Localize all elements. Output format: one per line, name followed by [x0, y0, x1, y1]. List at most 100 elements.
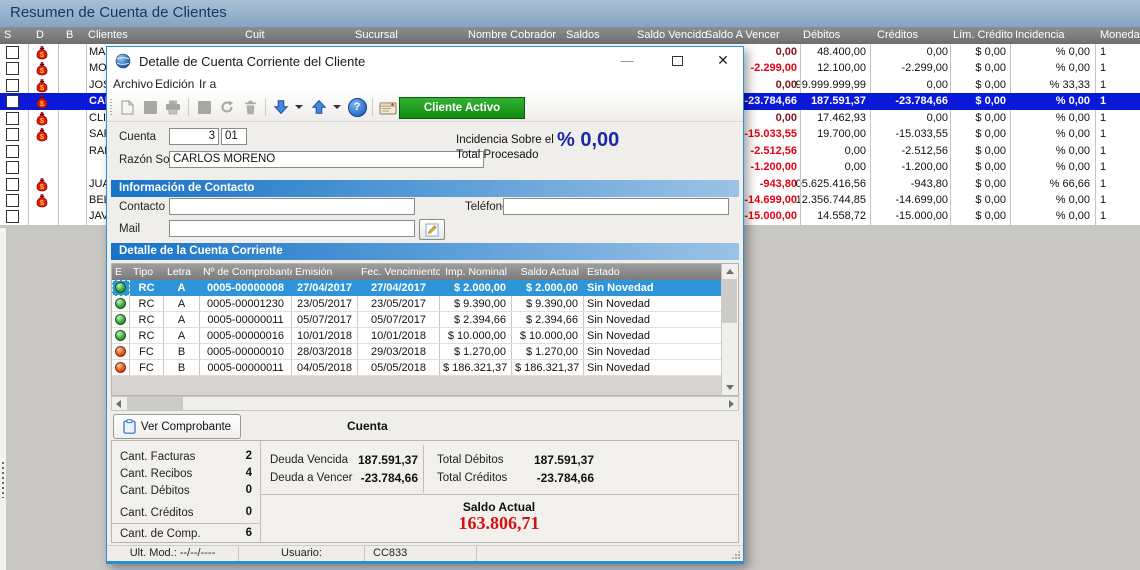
client-checkbox[interactable]: [6, 145, 19, 158]
close-button[interactable]: ✕: [709, 50, 737, 71]
cuenta-input[interactable]: 3: [169, 128, 219, 145]
client-checkbox[interactable]: [6, 112, 19, 125]
main-window-titlebar[interactable]: Resumen de Cuenta de Clientes: [0, 0, 1140, 27]
column-header-d[interactable]: D: [36, 29, 44, 41]
menu-item-ir-a[interactable]: Ir a: [199, 77, 216, 91]
comprobante-row[interactable]: RCA0005-0000001105/07/201705/07/2017$ 2.…: [112, 312, 738, 328]
column-header-moneda[interactable]: Moneda: [1100, 29, 1140, 41]
grid-column-header-imp-nominal[interactable]: Imp. Nominal: [440, 264, 512, 280]
move-up-dropdown-caret-icon[interactable]: [333, 105, 341, 109]
column-header-sucursal[interactable]: Sucursal: [355, 29, 398, 41]
client-checkbox[interactable]: [6, 46, 19, 59]
client-checkbox[interactable]: [6, 178, 19, 191]
maximize-button[interactable]: [663, 50, 691, 71]
column-header-d-bitos[interactable]: Débitos: [803, 29, 840, 41]
column-header-saldo-a-vencer[interactable]: Saldo A Vencer: [705, 29, 780, 41]
move-down-dropdown-caret-icon[interactable]: [295, 105, 303, 109]
client-checkbox[interactable]: [6, 161, 19, 174]
grid-column-header-emisi-n[interactable]: Emisión: [292, 264, 358, 280]
stat-value: 6: [120, 527, 252, 539]
dialog-toolbar: ? Cliente Activo: [107, 94, 743, 122]
grid-cell: [112, 360, 130, 376]
column-header-l-m-cr-dito[interactable]: Lím. Crédito: [953, 29, 1013, 41]
grid-cell: $ 2.000,00: [440, 280, 512, 296]
client-checkbox[interactable]: [6, 128, 19, 141]
horizontal-scroll-thumb[interactable]: [127, 397, 183, 410]
grid-column-header-tipo[interactable]: Tipo: [130, 264, 164, 280]
incidencia-label: Incidencia Sobre el Total Procesado: [456, 133, 554, 163]
vertical-scroll-thumb[interactable]: [722, 279, 737, 323]
scroll-down-button[interactable]: [722, 380, 737, 395]
scroll-up-button[interactable]: [722, 264, 737, 279]
resize-grip[interactable]: [731, 550, 741, 560]
client-checkbox[interactable]: [6, 95, 19, 108]
comprobante-row[interactable]: FCB0005-0000001104/05/201805/05/2018$ 18…: [112, 360, 738, 376]
grid-column-header-fec-vencimiento[interactable]: Fec. Vencimiento: [358, 264, 440, 280]
telefono-input[interactable]: [503, 198, 729, 215]
save-icon[interactable]: [140, 97, 160, 117]
grid-cell: Sin Novedad: [584, 312, 724, 328]
pencil-icon: [425, 223, 439, 237]
vertical-scrollbar[interactable]: [721, 264, 738, 395]
horizontal-scrollbar[interactable]: [111, 396, 739, 411]
minimize-button[interactable]: —: [613, 50, 641, 71]
column-header-clientes[interactable]: Clientes: [88, 29, 128, 41]
move-down-icon[interactable]: [271, 97, 291, 117]
comprobante-row[interactable]: RCA0005-0000000827/04/201727/04/2017$ 2.…: [112, 280, 738, 296]
grid-cell: [112, 312, 130, 328]
dialog-titlebar[interactable]: Detalle de Cuenta Corriente del Cliente …: [107, 47, 743, 75]
grid-column-header-n-de-comprobante[interactable]: Nº de Comprobante: [200, 264, 292, 280]
edit-mail-button[interactable]: [419, 219, 445, 240]
razon-social-input[interactable]: CARLOS MORENO: [169, 151, 484, 168]
column-header-b[interactable]: B: [66, 29, 73, 41]
new-document-icon[interactable]: [117, 97, 137, 117]
client-checkbox[interactable]: [6, 210, 19, 223]
help-icon[interactable]: ?: [347, 97, 367, 117]
scroll-right-button[interactable]: [729, 400, 734, 408]
lim-credito-cell: $ 0,00: [930, 192, 1006, 208]
column-divider: [1095, 44, 1096, 225]
mail-input[interactable]: [169, 220, 415, 237]
total-creditos-value: -23.784,66: [494, 471, 594, 485]
column-header-s[interactable]: S: [4, 29, 11, 41]
grid-column-header-e[interactable]: E: [112, 264, 130, 280]
grid-cell: $ 9.390,00: [512, 296, 584, 312]
menu-item-edici-n[interactable]: Edición: [155, 77, 194, 91]
left-panel-edge[interactable]: [0, 228, 6, 570]
grid-column-header-saldo-actual[interactable]: Saldo Actual: [512, 264, 584, 280]
comprobante-row[interactable]: FCB0005-0000001028/03/201829/03/2018$ 1.…: [112, 344, 738, 360]
move-up-icon[interactable]: [309, 97, 329, 117]
column-header-incidencia[interactable]: Incidencia: [1015, 29, 1065, 41]
cliente-activo-button[interactable]: Cliente Activo: [399, 97, 525, 119]
grid-column-header-estado[interactable]: Estado: [584, 264, 724, 280]
incidencia-cell: % 0,00: [1000, 126, 1090, 142]
mail-label: Mail: [119, 223, 140, 235]
grid-cell: A: [164, 280, 200, 296]
grid-column-header-letra[interactable]: Letra: [164, 264, 200, 280]
column-header-nombre-cobrador[interactable]: Nombre Cobrador: [468, 29, 556, 41]
menu-item-archivo[interactable]: Archivo: [113, 77, 153, 91]
column-header-saldos[interactable]: Saldos: [566, 29, 600, 41]
print-icon[interactable]: [163, 97, 183, 117]
column-header-cr-ditos[interactable]: Créditos: [877, 29, 918, 41]
delete-icon[interactable]: [240, 97, 260, 117]
refresh-icon[interactable]: [217, 97, 237, 117]
incidencia-cell: % 0,00: [1000, 208, 1090, 224]
comprobante-row[interactable]: RCA0005-0000123023/05/201723/05/2017$ 9.…: [112, 296, 738, 312]
ver-comprobante-button[interactable]: Ver Comprobante: [113, 414, 241, 439]
toolbar-grip-icon[interactable]: [110, 99, 112, 116]
box-icon[interactable]: [194, 97, 214, 117]
client-checkbox[interactable]: [6, 194, 19, 207]
contacto-input[interactable]: [169, 198, 415, 215]
grid-cell: 04/05/2018: [292, 360, 358, 376]
column-header-saldo-vencido[interactable]: Saldo Vencido: [637, 29, 707, 41]
scroll-left-button[interactable]: [116, 400, 121, 408]
usuario-label: Usuario:: [239, 546, 365, 561]
client-checkbox[interactable]: [6, 79, 19, 92]
client-checkbox[interactable]: [6, 62, 19, 75]
cuenta-sub-input[interactable]: 01: [221, 128, 247, 145]
column-header-cuit[interactable]: Cuit: [245, 29, 265, 41]
grid-cell: 0005-00000010: [200, 344, 292, 360]
comprobante-row[interactable]: RCA0005-0000001610/01/201810/01/2018$ 10…: [112, 328, 738, 344]
contact-card-icon[interactable]: [378, 97, 398, 117]
